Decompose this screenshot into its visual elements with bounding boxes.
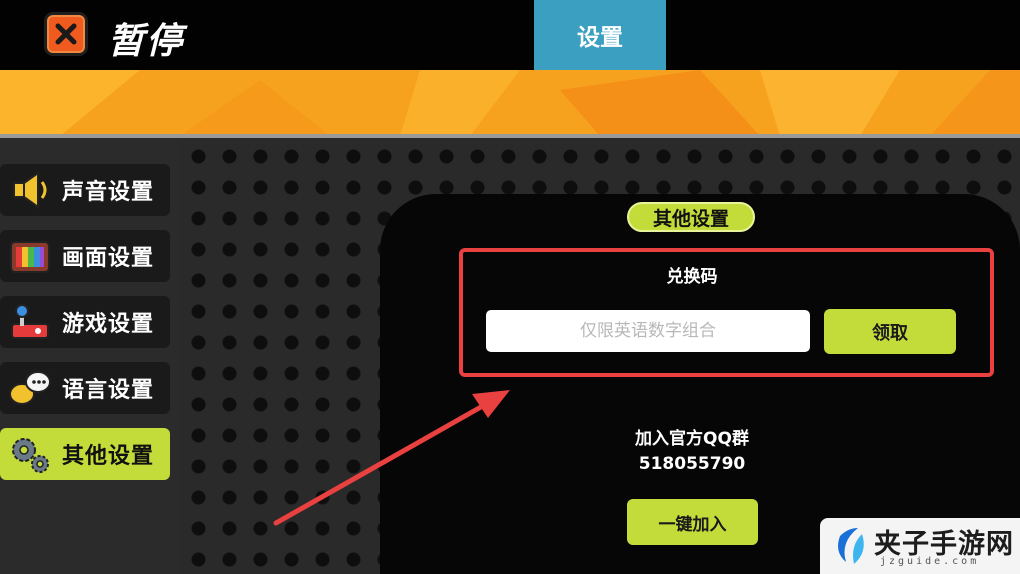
joystick-icon — [6, 300, 54, 344]
sidebar-item-other[interactable]: 其他设置 — [0, 428, 170, 480]
sidebar-item-label: 画面设置 — [62, 246, 155, 271]
redeem-code-label: 兑换码 — [666, 267, 718, 287]
redeem-code-input[interactable] — [486, 310, 810, 352]
watermark-subtext: jzguide.com — [880, 556, 980, 567]
tv-icon — [6, 234, 54, 278]
close-button[interactable] — [44, 12, 88, 56]
close-icon — [55, 23, 77, 45]
sidebar-item-label: 语言设置 — [62, 378, 155, 403]
header-banner — [0, 70, 1020, 136]
sidebar-item-sound[interactable]: 声音设置 — [0, 164, 170, 216]
gears-icon — [6, 432, 54, 476]
sidebar-item-display[interactable]: 画面设置 — [0, 230, 170, 282]
panel-title: 其他设置 — [627, 202, 755, 232]
top-bar: 暂停 设置 — [0, 0, 1020, 70]
qq-group-number: 518055790 — [638, 454, 746, 474]
page-title: 暂停 — [108, 21, 185, 62]
sidebar-item-label: 声音设置 — [62, 180, 155, 205]
sidebar: 声音设置 画面设置 游戏设置 语言设置 其他设置 — [0, 138, 178, 574]
sidebar-item-label: 游戏设置 — [62, 312, 155, 337]
sidebar-item-language[interactable]: 语言设置 — [0, 362, 170, 414]
join-group-button[interactable]: 一键加入 — [627, 499, 758, 545]
claim-button[interactable]: 领取 — [824, 309, 956, 354]
qq-group-label: 加入官方QQ群 — [635, 429, 749, 449]
watermark-logo — [838, 528, 864, 564]
sidebar-item-game[interactable]: 游戏设置 — [0, 296, 170, 348]
sidebar-item-label: 其他设置 — [62, 444, 155, 469]
tab-settings[interactable]: 设置 — [534, 0, 666, 70]
speaker-icon — [6, 168, 54, 212]
chat-bubbles-icon — [6, 366, 54, 410]
